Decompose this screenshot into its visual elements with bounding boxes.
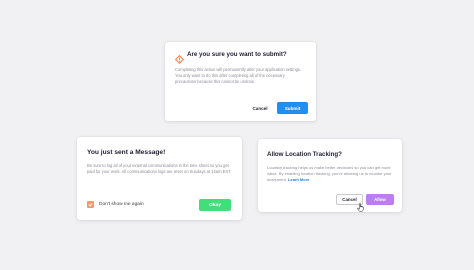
allow-button[interactable]: Allow	[366, 194, 394, 205]
dialog-message: Be sure to log all of your external comm…	[87, 163, 232, 174]
dialog-title: Allow Location Tracking?	[267, 151, 342, 158]
dont-show-again-label: Don't show me again	[99, 201, 144, 207]
warning-icon	[174, 51, 185, 65]
dont-show-again-option[interactable]: Don't show me again	[87, 199, 144, 209]
dialog-title: Are you sure you want to submit?	[187, 51, 287, 58]
dialog-message-text: Location tracking helps us make better d…	[267, 165, 392, 182]
submit-confirmation-dialog: Are you sure you want to submit? Complet…	[165, 42, 316, 121]
dialog-message: Completing this action will permanently …	[175, 67, 302, 84]
checkmark-icon	[88, 202, 93, 206]
hand-cursor-icon	[357, 199, 364, 212]
cancel-button[interactable]: Cancel	[246, 102, 274, 114]
learn-more-link[interactable]: Learn More	[288, 177, 310, 182]
message-sent-dialog: You just sent a Message! Be sure to log …	[77, 137, 242, 220]
location-tracking-dialog: Allow Location Tracking? Location tracki…	[258, 139, 402, 212]
dont-show-again-checkbox[interactable]	[87, 200, 94, 208]
okay-button[interactable]: Okay	[199, 199, 231, 211]
dialog-message: Location tracking helps us make better d…	[267, 165, 395, 182]
submit-button[interactable]: Submit	[277, 102, 308, 114]
dialog-title: You just sent a Message!	[87, 149, 166, 156]
